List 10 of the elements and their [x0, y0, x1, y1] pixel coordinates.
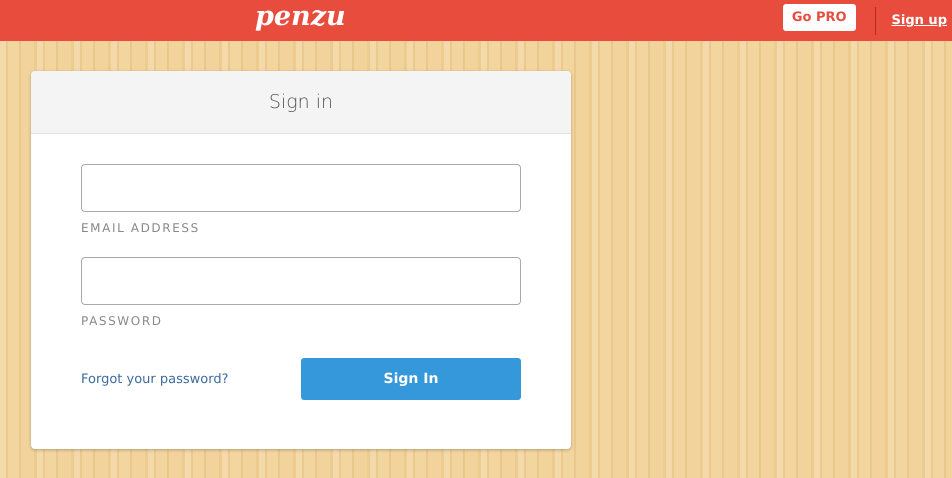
- field-label: EMAIL ADDRESS: [81, 221, 201, 235]
- input-field[interactable]: [81, 257, 521, 305]
- sign-up-link[interactable]: Sign up: [892, 13, 947, 28]
- field-label: PASSWORD: [81, 314, 164, 328]
- card-title: Sign in: [268, 91, 334, 113]
- sign-in-button[interactable]: Sign In: [301, 358, 521, 400]
- forgot-password-link[interactable]: Forgot your password?: [81, 372, 229, 386]
- logo: penzu: [255, 2, 346, 32]
- go-pro-button[interactable]: Go PRO: [782, 4, 856, 30]
- input-field[interactable]: [81, 164, 521, 212]
